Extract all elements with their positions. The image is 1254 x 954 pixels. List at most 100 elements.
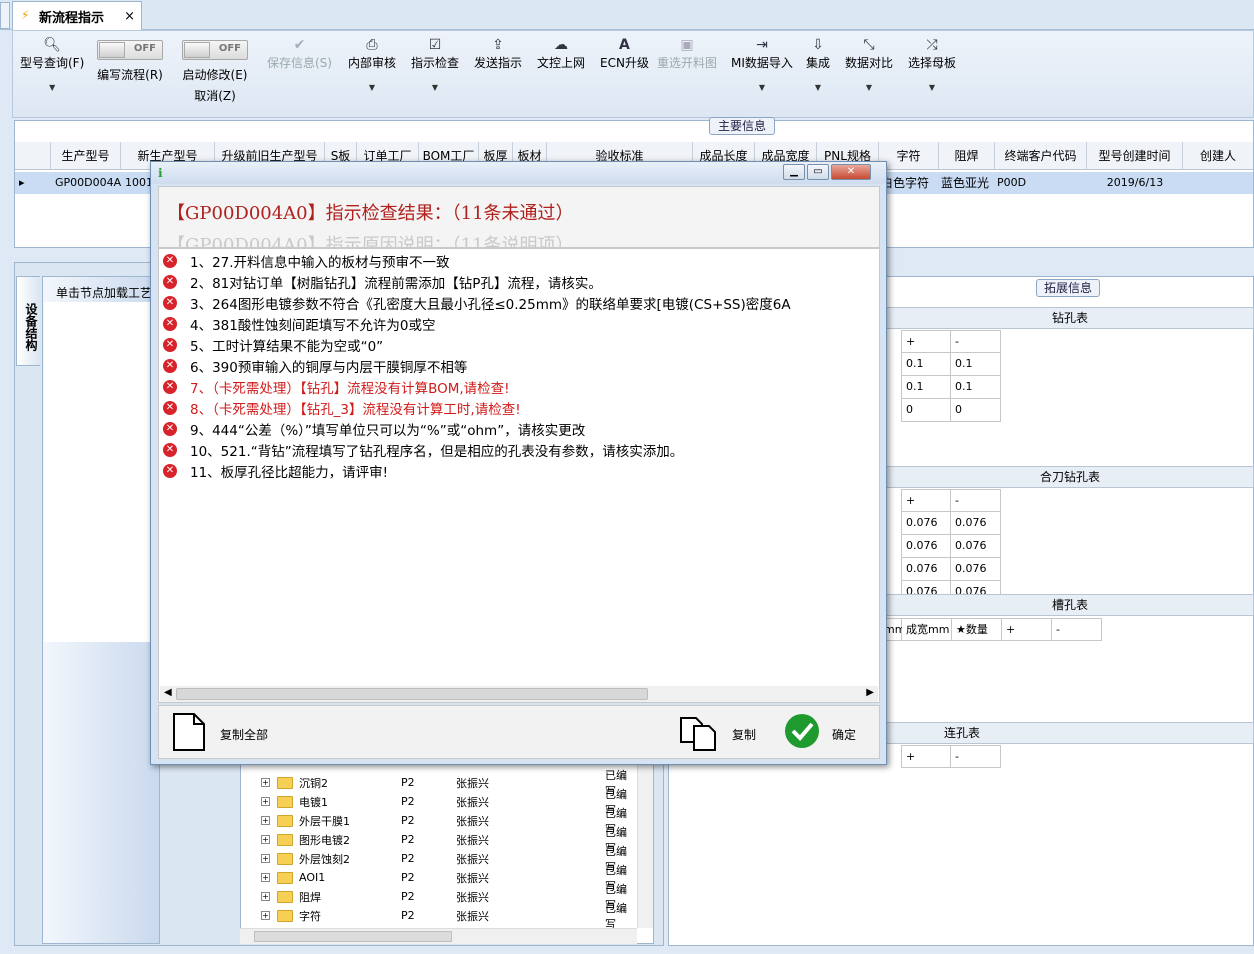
grid-cell[interactable]: 0.1 [951, 376, 1001, 399]
expand-icon[interactable]: + [261, 873, 270, 882]
col-header[interactable]: 型号创建时间 [1087, 142, 1183, 170]
select-board-button[interactable]: ⤮ 选择母板 ▼ [908, 36, 956, 92]
write-flow-toggle[interactable]: OFF 编写流程(R) [97, 34, 163, 83]
node-list[interactable] [44, 302, 158, 642]
grid-cell[interactable]: 0 [951, 399, 1001, 422]
grid-corner[interactable] [15, 142, 51, 170]
maximize-button[interactable]: ▭ [807, 164, 829, 180]
tree-row[interactable]: + AOI1 P2 张振兴 已编写 [241, 864, 637, 893]
col-header[interactable]: 生产型号 [51, 142, 121, 170]
model-query-button[interactable]: 🔍︎ 型号查询(F) ▼ [20, 36, 84, 92]
list-item[interactable]: ✕ 4、381酸性蚀刻间距填写不允许为0或空 [163, 313, 435, 334]
tree-row[interactable]: + 电镀1 P2 张振兴 已编写 [241, 788, 637, 817]
cell-model[interactable]: GP00D004A0 [51, 172, 121, 194]
dialog-header: 【GP00D004A0】指示检查结果：（11条未通过） 【GP00D004A0】… [158, 186, 880, 248]
expand-icon[interactable]: + [261, 911, 270, 920]
grid-cell[interactable]: 0.1 [951, 353, 1001, 376]
grid-cell[interactable]: 0.076 [901, 535, 951, 558]
col-header[interactable]: 终端客户代码 [995, 142, 1087, 170]
grid-header-cell[interactable]: + [1002, 618, 1052, 641]
tree-row[interactable]: + 阻焊 P2 张振兴 已编写 [241, 883, 637, 912]
cell-created[interactable]: 2019/6/13 [1085, 172, 1181, 194]
grid-cell[interactable]: 0.076 [951, 535, 1001, 558]
grid-cell[interactable]: 0.076 [901, 558, 951, 581]
combo-drill-table[interactable]: + -0.076 0.076 0.076 0.076 0.076 0.076 0.076 0.0… [901, 489, 1001, 604]
tab-new-flow[interactable]: ⚡ 新流程指示 × [12, 1, 142, 31]
grid-cell[interactable]: 0.1 [901, 353, 951, 376]
cell-mask[interactable]: 蓝色亚光 [937, 172, 993, 194]
tree-row[interactable]: + 外层干膜1 P2 张振兴 已编写 [241, 807, 637, 836]
scrollbar-thumb[interactable] [176, 688, 648, 700]
grid-cell[interactable]: 0.076 [951, 558, 1001, 581]
expand-icon[interactable]: + [261, 835, 270, 844]
cancel-label[interactable]: 取消(Z) [194, 87, 236, 104]
tab-stub[interactable] [0, 2, 10, 29]
expand-icon[interactable]: + [261, 797, 270, 806]
ecn-upgrade-button[interactable]: A ECN升级 [600, 36, 649, 71]
reselect-cut-button[interactable]: ▣ 重选开料图 [657, 36, 717, 71]
expand-icon[interactable]: + [261, 854, 270, 863]
list-item[interactable]: ✕ 2、81对钻订单【树脂钻孔】流程前需添加【钻P孔】流程，请核实。 [163, 271, 602, 292]
enable-edit-toggle[interactable]: OFF 启动修改(E) 取消(Z) [182, 34, 248, 104]
grid-header-cell[interactable]: 成宽mm [902, 618, 952, 641]
col-header[interactable]: 创建人 [1183, 142, 1253, 170]
integrate-button[interactable]: ⇩ 集成 ▼ [806, 36, 830, 92]
close-button[interactable]: ✕ [831, 164, 871, 180]
grid-cell[interactable]: - [951, 489, 1001, 512]
col-header[interactable]: 阻焊 [939, 142, 995, 170]
toggle-switch[interactable]: OFF [182, 40, 248, 60]
internal-review-button[interactable]: ⎙ 内部审核 ▼ [348, 36, 396, 92]
expand-icon[interactable]: + [261, 892, 270, 901]
grid-cell[interactable]: - [951, 330, 1001, 353]
drill-table[interactable]: + -0.1 0.1 0.1 0.1 0 0 [901, 330, 1001, 422]
tab-device-structure[interactable]: 设备结构 [16, 276, 40, 366]
list-item[interactable]: ✕ 6、390预审输入的铜厚与内层干膜铜厚不相等 [163, 355, 467, 376]
data-compare-button[interactable]: ⤡ 数据对比 ▼ [845, 36, 893, 92]
slot-table[interactable]: mm 成宽mm ★数量 + - [880, 618, 1102, 641]
tree-row[interactable]: + 沉铜2 P2 张振兴 已编写 [241, 769, 637, 798]
tree-row[interactable]: + 外层蚀刻2 P2 张振兴 已编写 [241, 845, 637, 874]
list-item[interactable]: ✕ 11、板厚孔径比超能力，请评审! [163, 460, 388, 481]
grid-cell[interactable]: 0 [901, 399, 951, 422]
result-list[interactable]: ✕ 1、27.开料信息中输入的板材与预审不一致 ✕ 2、81对钻订单【树脂钻孔】流程前… [158, 248, 880, 703]
upload-web-button[interactable]: ☁ 文控上网 [537, 36, 585, 71]
send-instruction-button[interactable]: ⇪ 发送指示 [474, 36, 522, 71]
tab-close-icon[interactable]: × [124, 9, 135, 24]
link-table[interactable]: + - [901, 745, 1001, 768]
list-item[interactable]: ✕ 8、（卡死需处理）【钻孔_3】流程没有计算工时,请检查! [163, 397, 521, 418]
grid-header-cell[interactable]: + [901, 745, 951, 768]
scroll-right-icon[interactable]: ▶ [866, 687, 874, 698]
cell-customer[interactable]: P00D [993, 172, 1085, 194]
grid-cell[interactable]: + [901, 330, 951, 353]
toggle-switch[interactable]: OFF [97, 40, 163, 60]
tree-vertical-scrollbar[interactable] [637, 760, 653, 928]
minimize-button[interactable]: ▁ [783, 164, 805, 180]
grid-header-cell[interactable]: - [951, 745, 1001, 768]
col-header[interactable]: 字符 [879, 142, 939, 170]
search-icon: 🔍︎ [43, 37, 62, 53]
list-item[interactable]: ✕ 5、工时计算结果不能为空或“0” [163, 334, 383, 355]
list-item[interactable]: ✕ 9、444“公差（%）”填写单位只可以为“%”或“ohm”，请核实更改 [163, 418, 585, 439]
cell-creator[interactable] [1181, 172, 1251, 194]
expand-icon[interactable]: + [261, 778, 270, 787]
process-tree[interactable]: + 沉铜2 P2 张振兴 已编写 + 电镀1 P2 张振兴 已编写 + 外层干膜1 P2 张振兴 已编写 + 图… [240, 760, 654, 944]
tree-row[interactable]: + 图形电镀2 P2 张振兴 已编写 [241, 826, 637, 855]
list-item[interactable]: ✕ 1、27.开料信息中输入的板材与预审不一致 [163, 250, 450, 271]
scroll-left-icon[interactable]: ◀ [164, 687, 172, 698]
grid-header-cell[interactable]: ★数量 [952, 618, 1002, 641]
list-item[interactable]: ✕ 10、521.“背钻”流程填写了钻孔程序名，但是相应的孔表没有参数，请核实添加… [163, 439, 683, 460]
instruction-check-button[interactable]: ☑ 指示检查 ▼ [411, 36, 459, 92]
tree-row[interactable]: + 字符 P2 张振兴 已编写 [241, 902, 637, 931]
list-item[interactable]: ✕ 7、（卡死需处理）【钻孔】流程没有计算BOM,请检查! [163, 376, 510, 397]
expand-icon[interactable]: + [261, 816, 270, 825]
mi-import-button[interactable]: ⇥ MI数据导入 ▼ [731, 36, 793, 92]
tree-horizontal-scrollbar[interactable] [240, 928, 637, 944]
save-info-button[interactable]: ✔ 保存信息(S) [267, 36, 332, 71]
grid-cell[interactable]: 0.076 [951, 512, 1001, 535]
grid-cell[interactable]: 0.076 [901, 512, 951, 535]
list-item[interactable]: ✕ 3、264图形电镀参数不符合《孔密度大且最小孔径≤0.25mm》的联络单要求[… [163, 292, 791, 313]
dialog-titlebar[interactable] [151, 162, 886, 184]
grid-cell[interactable]: 0.1 [901, 376, 951, 399]
grid-header-cell[interactable]: - [1052, 618, 1102, 641]
grid-cell[interactable]: + [901, 489, 951, 512]
